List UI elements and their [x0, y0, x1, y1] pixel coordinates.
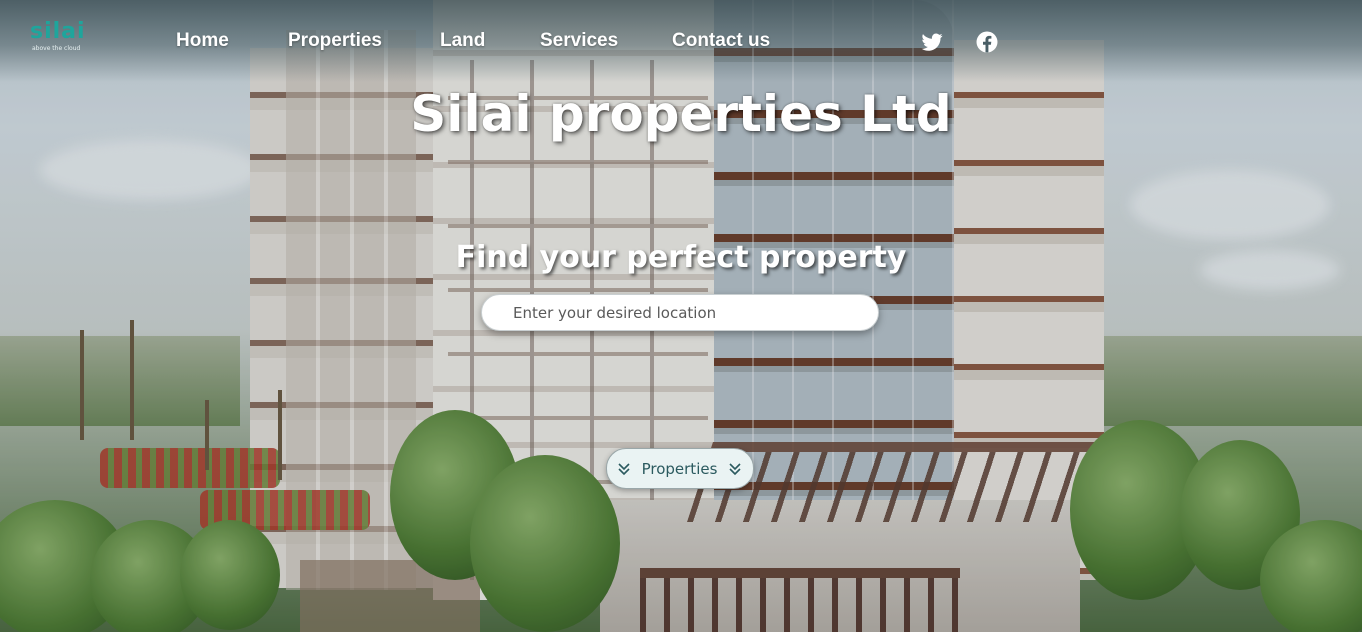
- location-search-input[interactable]: [481, 294, 879, 331]
- logo-tagline: above the cloud: [32, 45, 81, 52]
- hero-subtitle: Find your perfect property: [455, 240, 907, 275]
- nav-properties[interactable]: Properties: [288, 29, 382, 53]
- logo[interactable]: silai above the cloud: [30, 20, 90, 54]
- nav-services[interactable]: Services: [540, 29, 618, 53]
- chevron-double-down-icon: [727, 461, 743, 477]
- twitter-icon[interactable]: [920, 30, 944, 54]
- navbar: silai above the cloud Home Properties La…: [0, 0, 1362, 82]
- nav-home[interactable]: Home: [176, 29, 229, 53]
- chevron-double-down-icon: [616, 461, 632, 477]
- nav-contact-us[interactable]: Contact us: [672, 29, 770, 53]
- page-title: Silai properties Ltd: [410, 85, 952, 143]
- facebook-icon[interactable]: [975, 30, 999, 54]
- properties-scroll-button[interactable]: Properties: [606, 448, 754, 489]
- nav-land[interactable]: Land: [440, 29, 485, 53]
- properties-button-label: Properties: [641, 459, 718, 478]
- logo-text: silai: [30, 19, 86, 44]
- hero-section: silai above the cloud Home Properties La…: [0, 0, 1362, 632]
